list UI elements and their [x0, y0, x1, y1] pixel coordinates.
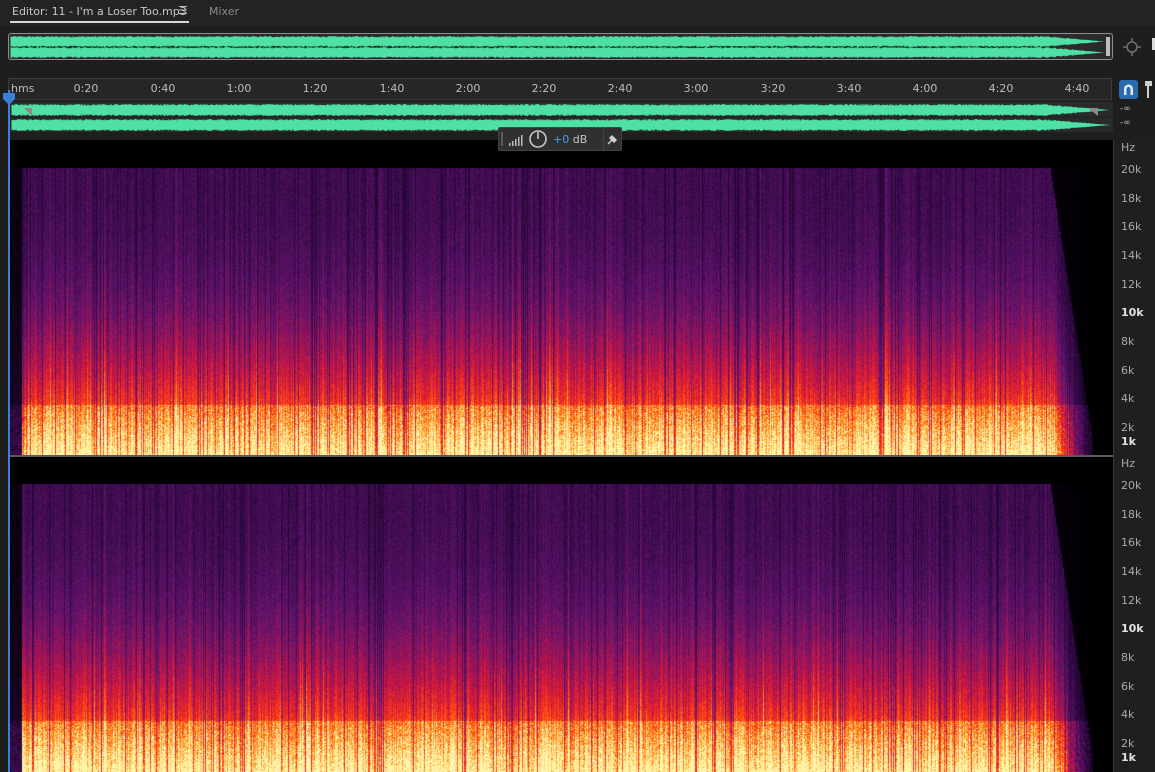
freq-label: 8k [1121, 335, 1135, 348]
freq-label: 18k [1121, 508, 1142, 521]
spectral-display-ch2[interactable] [10, 456, 1113, 772]
time-tick: 3:40 [836, 82, 862, 95]
audition-editor: Editor: 11 - I'm a Loser Too.mp3 ☰ Mixer… [0, 0, 1155, 772]
level-readout-ch1: -∞ [1120, 104, 1131, 114]
time-tick: 1:40 [379, 82, 405, 95]
overview-waveform [10, 36, 1110, 58]
zoom-navigator-icon[interactable] [1123, 38, 1141, 56]
freq-label: 20k [1121, 479, 1142, 492]
time-tick: 4:40 [1064, 82, 1090, 95]
hud-volume-control[interactable]: +0 dB [498, 127, 622, 151]
freq-label: 8k [1121, 651, 1135, 664]
freq-unit-label: Hz [1121, 457, 1136, 470]
spectrogram-ch2 [10, 456, 1113, 772]
spectral-display-ch1[interactable] [10, 140, 1113, 456]
freq-label: 2k [1121, 421, 1135, 434]
time-tick: 3:20 [760, 82, 786, 95]
hud-gain-value: +0 [553, 133, 570, 146]
overview-navigator[interactable] [8, 33, 1113, 60]
time-tick: 3:00 [683, 82, 709, 95]
pin-icon[interactable] [603, 128, 619, 150]
freq-label: 16k [1121, 536, 1142, 549]
freq-label: 20k [1121, 163, 1142, 176]
time-tick: 2:00 [455, 82, 481, 95]
freq-label: 6k [1121, 680, 1135, 693]
time-tick: 1:20 [302, 82, 328, 95]
freq-label: 4k [1121, 392, 1135, 405]
freq-label: 18k [1121, 192, 1142, 205]
time-tick: 2:40 [607, 82, 633, 95]
freq-label: 4k [1121, 708, 1135, 721]
volume-knob-icon [529, 130, 547, 148]
freq-unit-label: Hz [1121, 141, 1136, 154]
time-tick: 0:40 [150, 82, 176, 95]
spectrogram-ch1 [10, 140, 1113, 456]
freq-label: 10k [1121, 306, 1144, 319]
frequency-ruler-ch2: Hz 20k 18k 16k 14k 12k 10k 8k 6k 4k 2k 1… [1113, 456, 1155, 772]
playhead[interactable] [8, 90, 10, 772]
tab-editor[interactable]: Editor: 11 - I'm a Loser Too.mp3 [10, 5, 189, 23]
playhead-icon[interactable] [3, 90, 15, 105]
magnet-icon[interactable] [1119, 80, 1138, 99]
tab-mixer[interactable]: Mixer [209, 5, 239, 18]
timeline-ruler[interactable]: hms 0:20 0:40 1:00 1:20 1:40 2:00 2:20 2… [8, 78, 1112, 100]
time-tick: 4:00 [912, 82, 938, 95]
level-readout-ch2: -∞ [1120, 118, 1131, 128]
freq-label: 1k [1121, 435, 1136, 448]
freq-label: 14k [1121, 249, 1142, 262]
hud-icons [501, 130, 547, 148]
time-tick: 4:20 [988, 82, 1014, 95]
freq-label: 10k [1121, 622, 1144, 635]
hud-gain-readout[interactable]: +0 dB [553, 133, 587, 146]
freq-label: 16k [1121, 220, 1142, 233]
time-tick: 0:20 [73, 82, 99, 95]
freq-label: 14k [1121, 565, 1142, 578]
freq-label: 12k [1121, 278, 1142, 291]
level-meter-icon [501, 132, 523, 146]
freq-label: 12k [1121, 594, 1142, 607]
frequency-ruler-ch1: Hz 20k 18k 16k 14k 12k 10k 8k 6k 4k 2k 1… [1113, 140, 1155, 456]
freq-label: 1k [1121, 751, 1136, 764]
time-tick: 1:00 [226, 82, 252, 95]
channel-divider[interactable] [10, 455, 1113, 457]
freq-label: 2k [1121, 737, 1135, 750]
freq-label: 6k [1121, 364, 1135, 377]
time-tick: 2:20 [531, 82, 557, 95]
hud-gain-unit: dB [572, 133, 588, 146]
panel-tab-bar: Editor: 11 - I'm a Loser Too.mp3 ☰ Mixer [0, 0, 1155, 26]
marker-icon[interactable] [1145, 81, 1153, 99]
panel-menu-icon[interactable]: ☰ [178, 4, 188, 17]
